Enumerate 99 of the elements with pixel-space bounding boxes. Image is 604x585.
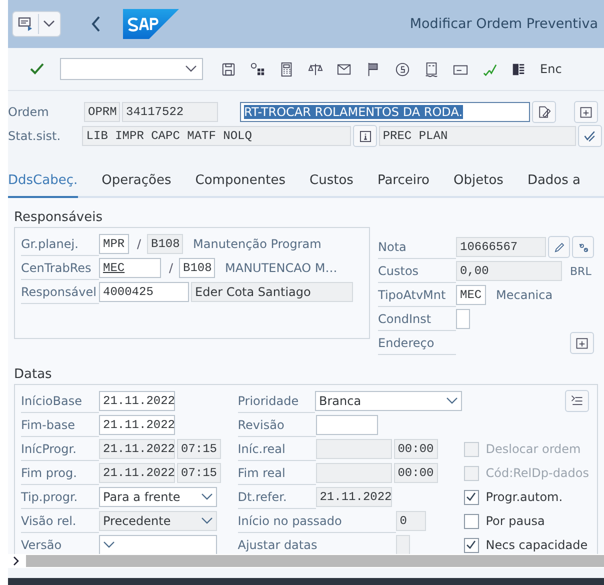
input-field[interactable]: B108 [179, 258, 215, 278]
checkbox-label: Necs capacidade [486, 538, 588, 552]
expand-button[interactable] [574, 101, 598, 123]
field-label: Endereço [378, 332, 456, 354]
tab[interactable]: Componentes [195, 167, 286, 198]
description-text: Manutenção Program [193, 237, 322, 251]
input-field[interactable] [456, 309, 470, 329]
dropdown[interactable]: Branca [315, 391, 462, 411]
description-text: RT-TROCAR ROLAMENTOS DA RODA. [244, 105, 463, 119]
list-button[interactable] [565, 390, 589, 412]
edit-button[interactable] [548, 236, 570, 258]
description-text: Mecanica [496, 288, 553, 302]
window-title: Modificar Ordem Preventiva [410, 16, 598, 32]
scrollbar[interactable] [26, 555, 604, 567]
time-field: 00:00 [394, 463, 438, 483]
input-field[interactable] [316, 415, 378, 435]
input-field[interactable]: MPR [99, 234, 129, 254]
tab[interactable]: Objetos [454, 167, 504, 198]
tab[interactable]: Parceiro [377, 167, 430, 198]
checkmark-icon[interactable] [30, 63, 44, 75]
checkbox-label: Progr.autom. [486, 490, 563, 504]
checkmark-pencil-icon [583, 129, 598, 143]
calculator-icon[interactable] [279, 62, 294, 76]
chevron-down-icon [201, 517, 213, 525]
tab[interactable]: Custos [310, 167, 354, 198]
time-field: 07:15 [177, 439, 221, 459]
chevron-down-icon [43, 20, 55, 28]
checkbox-label: Cód:RelDp-dados [486, 466, 589, 480]
toolbar-label[interactable]: Enc [540, 62, 562, 76]
info-icon [360, 130, 371, 142]
dropdown-value: Para a frente [103, 490, 180, 504]
money-icon[interactable] [395, 62, 410, 76]
chevron-down-icon [446, 397, 458, 405]
document-icon[interactable] [424, 62, 439, 76]
check-list-icon[interactable] [482, 62, 497, 76]
costs-field: 0,00 [456, 261, 562, 281]
section-title: Datas [14, 367, 53, 382]
command-field[interactable] [60, 58, 203, 80]
logo-icon [123, 9, 179, 39]
checkbox[interactable] [464, 514, 479, 528]
dropdown[interactable]: Precedente [99, 511, 217, 531]
plant-field: B108 [147, 234, 183, 254]
input-field[interactable]: MEC [99, 258, 161, 278]
date-field[interactable]: 21.11.2022 [99, 415, 175, 435]
description-text: MANUTENCAO M… [225, 261, 338, 275]
plus-icon [579, 105, 593, 119]
currency-text: BRL [570, 264, 592, 278]
plus-icon [575, 336, 589, 350]
checkbox-label: Deslocar ordem [486, 442, 581, 456]
description-field[interactable]: RT-TROCAR ROLAMENTOS DA RODA. [240, 102, 530, 122]
order-type-field: OPRM [84, 102, 120, 122]
dropdown-value: Branca [319, 394, 362, 408]
separator-text: / [136, 237, 142, 251]
address-button[interactable] [570, 332, 594, 354]
chevron-down-icon [185, 65, 197, 73]
checkbox[interactable] [464, 490, 479, 504]
notification-field: 10666567 [456, 237, 546, 257]
list-icon [570, 394, 584, 408]
link-button[interactable] [572, 236, 594, 258]
menu-icon [18, 17, 34, 31]
order-number-field: 34117522 [122, 102, 218, 122]
field-label: Início no passado [238, 510, 396, 532]
status-button[interactable] [578, 125, 602, 147]
save-icon[interactable] [221, 62, 236, 76]
pencil-icon [552, 240, 566, 254]
separator-text: / [168, 261, 174, 275]
user-status-field: PREC PLAN [378, 126, 576, 146]
system-status-field: LIB IMPR CAPC MATF NOLQ [82, 126, 352, 146]
date-field[interactable]: 21.11.2022 [99, 391, 175, 411]
info-button[interactable] [353, 125, 377, 147]
name-field: Eder Cota Santiago [191, 282, 353, 302]
input-field[interactable]: 4000425 [99, 282, 189, 302]
long-text-button[interactable] [532, 101, 556, 123]
book-icon[interactable] [511, 62, 526, 76]
field-label: Ordem [8, 105, 50, 119]
tab[interactable]: Dados a [527, 167, 580, 198]
tab[interactable]: Operações [102, 167, 172, 198]
pencil-icon [537, 105, 551, 119]
input-field: 0 [396, 511, 426, 531]
checkbox[interactable] [464, 538, 479, 552]
input-field[interactable]: MEC [456, 285, 486, 305]
back-icon [91, 16, 101, 32]
section-title: Responsáveis [14, 210, 104, 225]
field-label: Stat.sist. [8, 129, 62, 143]
hierarchy-icon[interactable] [250, 62, 265, 76]
date-field: 21.11.2022 [99, 463, 175, 483]
mail-icon[interactable] [337, 62, 352, 76]
date-field: 21.11.2022 [316, 487, 392, 507]
scroll-right-icon[interactable] [12, 556, 20, 566]
chevron-down-icon [103, 541, 115, 549]
dropdown[interactable]: Para a frente [99, 487, 217, 507]
time-field: 00:00 [394, 439, 438, 459]
chevron-down-icon [201, 493, 213, 501]
dropdown-value: Precedente [103, 514, 171, 528]
date-field: 21.11.2022 [99, 439, 175, 459]
checkbox-label: Por pausa [486, 514, 545, 528]
menu-button[interactable] [12, 11, 61, 37]
scale-icon[interactable] [308, 62, 323, 76]
time-field: 07:15 [177, 463, 221, 483]
